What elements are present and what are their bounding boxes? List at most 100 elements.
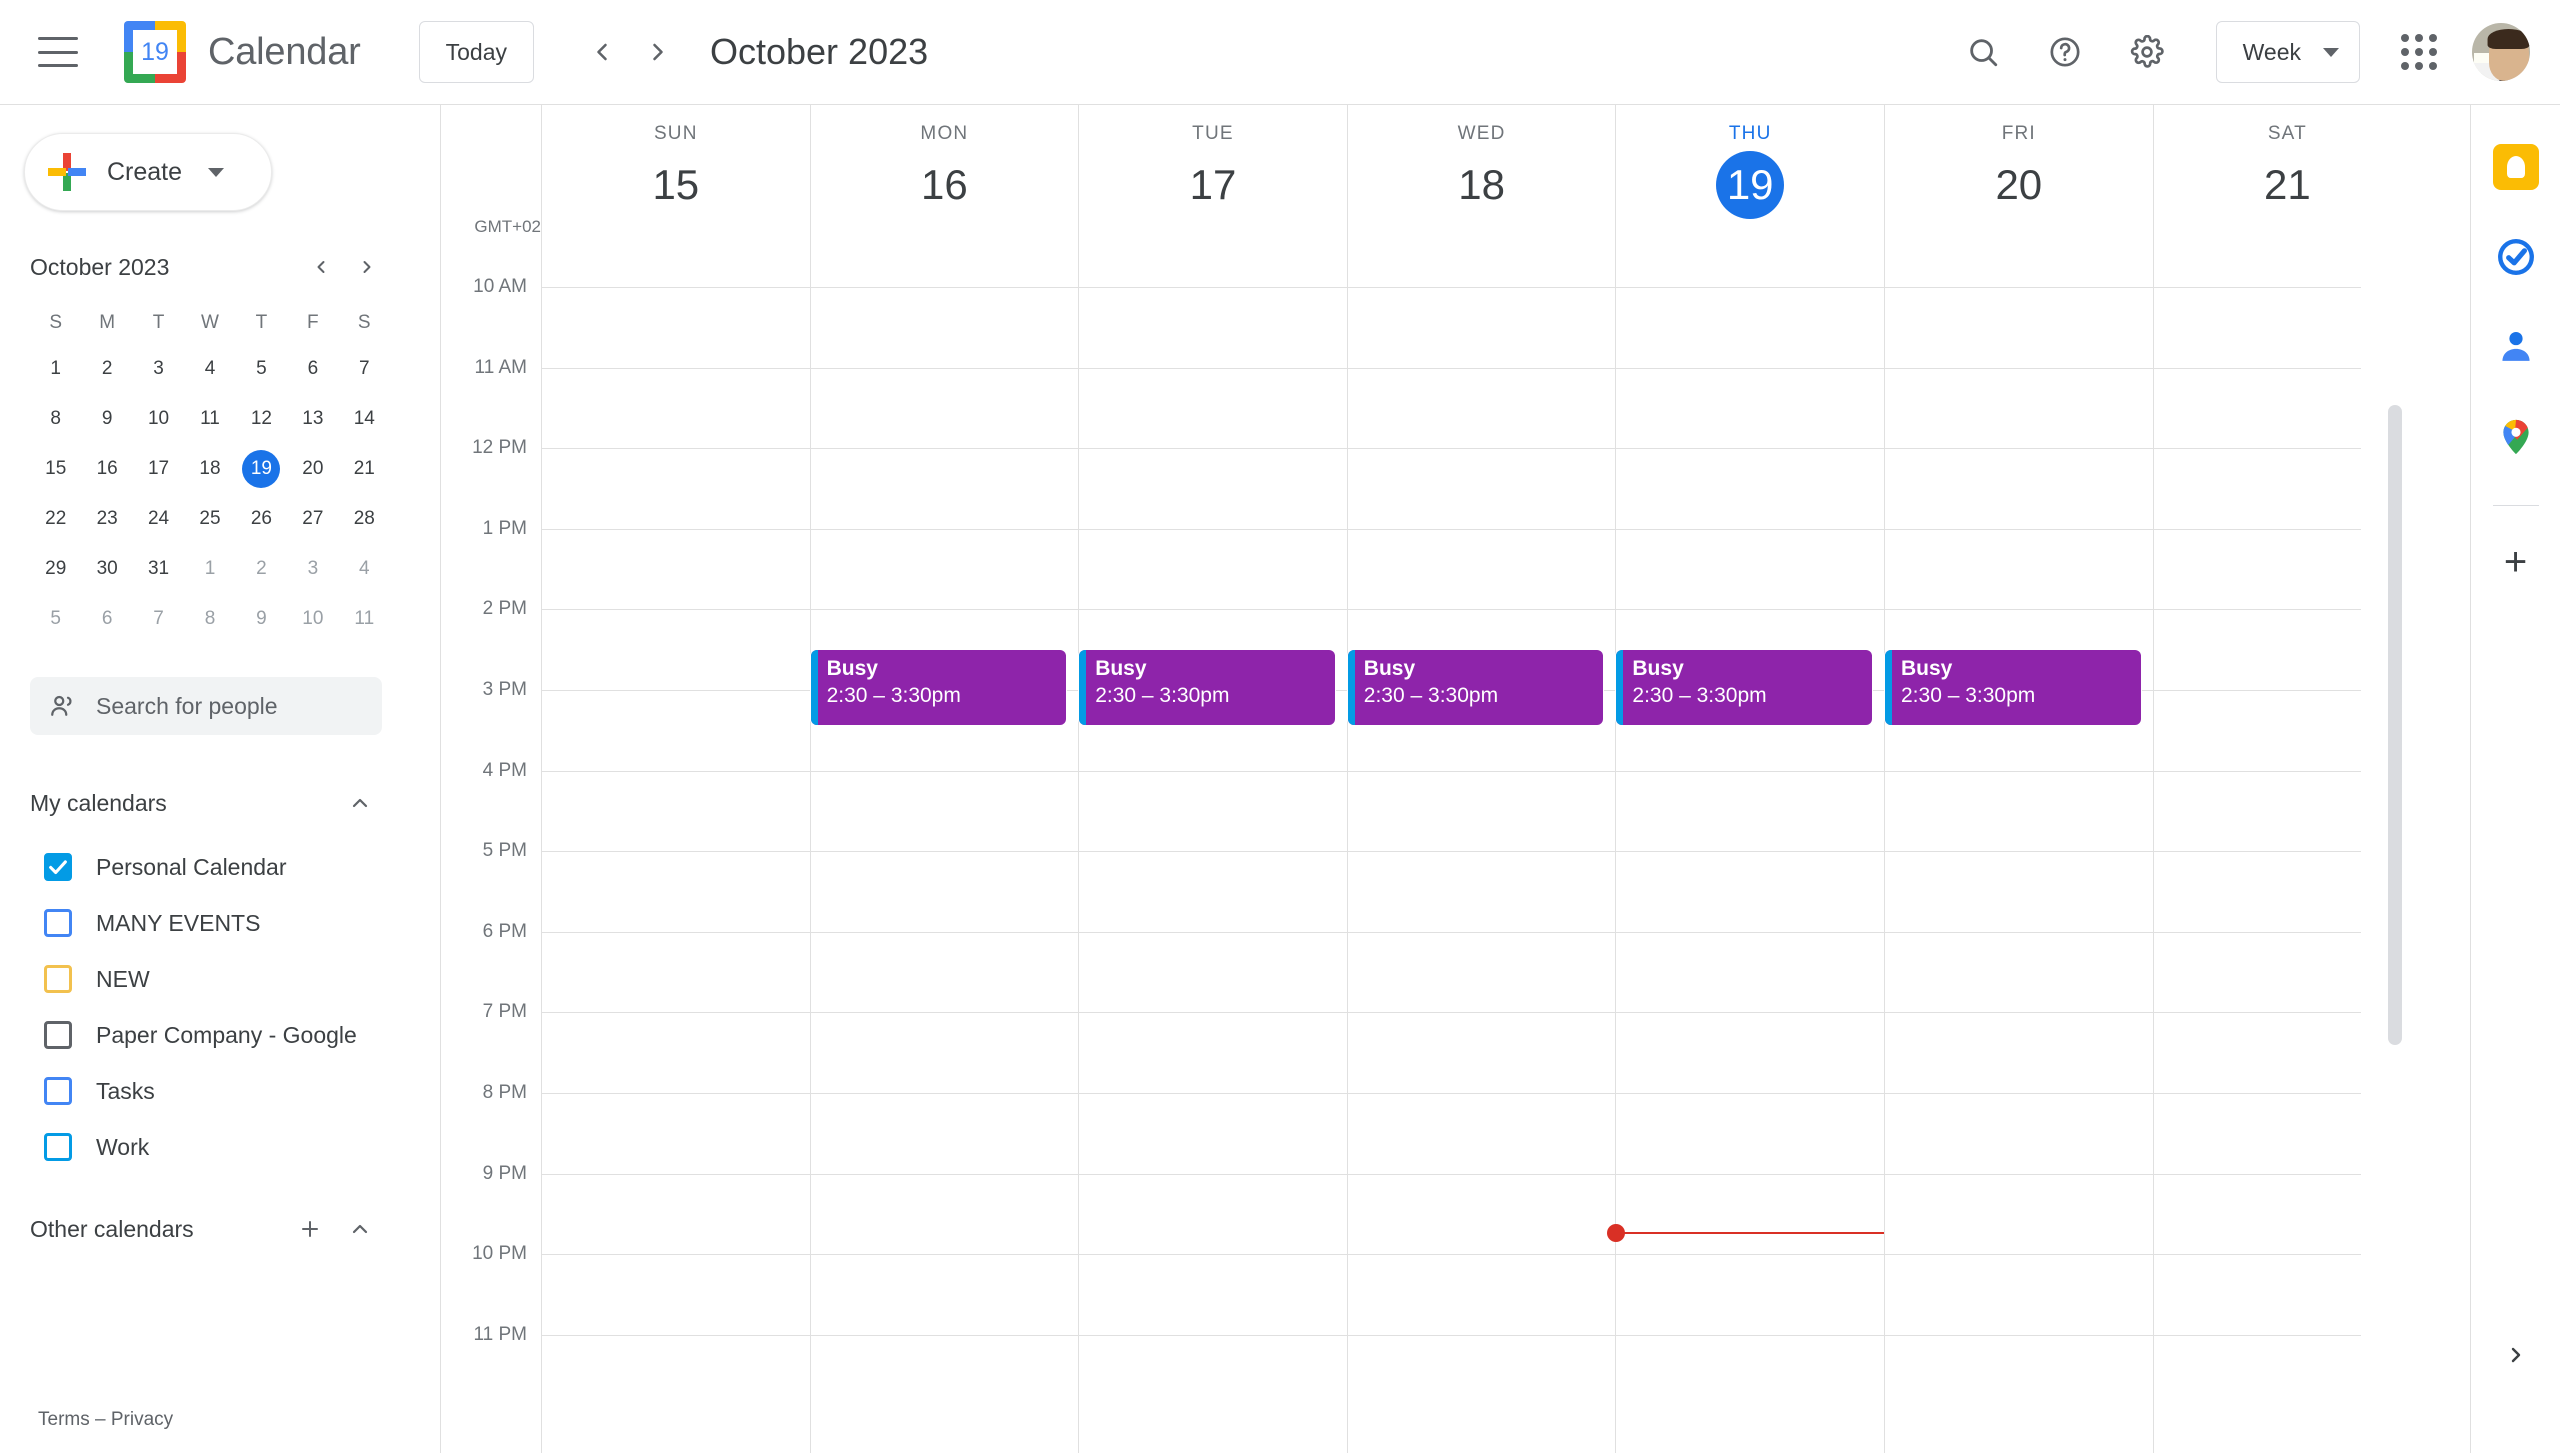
- mini-calendar-day-selected[interactable]: 19: [236, 445, 287, 493]
- day-column-sun[interactable]: [541, 245, 810, 1453]
- day-header-fri[interactable]: FRI 20: [1884, 105, 2153, 245]
- checkbox-unchecked[interactable]: [44, 909, 72, 937]
- day-column-fri[interactable]: [1884, 245, 2153, 1453]
- mini-calendar-day[interactable]: 10: [133, 395, 184, 443]
- add-side-panel-app-button[interactable]: +: [2488, 534, 2544, 590]
- day-header-sat[interactable]: SAT 21: [2152, 105, 2420, 245]
- tasks-icon[interactable]: [2488, 229, 2544, 285]
- calendar-list-item[interactable]: Personal Calendar: [0, 839, 440, 895]
- mini-calendar-prev-button[interactable]: [298, 244, 344, 290]
- mini-calendar-day[interactable]: 9: [236, 595, 287, 643]
- day-header-tue[interactable]: TUE 17: [1078, 105, 1347, 245]
- mini-calendar-day[interactable]: 4: [339, 545, 390, 593]
- mini-calendar-day[interactable]: 25: [184, 495, 235, 543]
- keep-icon[interactable]: [2488, 139, 2544, 195]
- mini-calendar-day[interactable]: 2: [81, 345, 132, 393]
- calendar-scroll-body[interactable]: 10 AM 11 AM 12 PM 1 PM 2 PM 3 PM 4 PM 5 PM 6 PM 7…: [441, 245, 2420, 1453]
- calendar-event[interactable]: Busy 2:30 – 3:30pm: [810, 649, 1067, 726]
- checkbox-unchecked[interactable]: [44, 1021, 72, 1049]
- expand-panel-button[interactable]: [2488, 1327, 2544, 1383]
- chevron-up-icon[interactable]: [338, 1207, 382, 1251]
- day-column-sat[interactable]: [2152, 245, 2420, 1453]
- day-column-tue[interactable]: [1078, 245, 1347, 1453]
- mini-calendar-next-button[interactable]: [344, 244, 390, 290]
- privacy-link[interactable]: Privacy: [111, 1409, 173, 1430]
- mini-calendar-day[interactable]: 29: [30, 545, 81, 593]
- mini-calendar-day[interactable]: 3: [133, 345, 184, 393]
- mini-calendar-day[interactable]: 9: [81, 395, 132, 443]
- vertical-scrollbar[interactable]: [2388, 405, 2402, 1045]
- calendar-logo[interactable]: 19 Calendar: [124, 21, 361, 83]
- mini-calendar-day[interactable]: 5: [30, 595, 81, 643]
- calendar-list-item[interactable]: Work: [0, 1119, 440, 1175]
- checkbox-unchecked[interactable]: [44, 965, 72, 993]
- chevron-up-icon[interactable]: [338, 781, 382, 825]
- day-column-mon[interactable]: [809, 245, 1079, 1453]
- mini-calendar-day[interactable]: 23: [81, 495, 132, 543]
- mini-calendar-day[interactable]: 11: [339, 595, 390, 643]
- calendar-event[interactable]: Busy 2:30 – 3:30pm: [1347, 649, 1604, 726]
- mini-calendar-day[interactable]: 4: [184, 345, 235, 393]
- calendar-list-item[interactable]: NEW: [0, 951, 440, 1007]
- mini-calendar-day[interactable]: 26: [236, 495, 287, 543]
- mini-calendar-day[interactable]: 1: [30, 345, 81, 393]
- mini-calendar-day[interactable]: 13: [287, 395, 338, 443]
- other-calendars-header[interactable]: Other calendars: [30, 1203, 382, 1255]
- mini-calendar-day[interactable]: 14: [339, 395, 390, 443]
- mini-calendar-day[interactable]: 11: [184, 395, 235, 443]
- contacts-icon[interactable]: [2488, 319, 2544, 375]
- mini-calendar-day[interactable]: 10: [287, 595, 338, 643]
- mini-calendar-day[interactable]: 8: [30, 395, 81, 443]
- add-other-calendar-button[interactable]: [288, 1207, 332, 1251]
- mini-calendar-day[interactable]: 20: [287, 445, 338, 493]
- day-header-thu[interactable]: THU 19: [1615, 105, 1884, 245]
- mini-calendar-day[interactable]: 31: [133, 545, 184, 593]
- terms-link[interactable]: Terms: [38, 1409, 90, 1430]
- mini-calendar-day[interactable]: 30: [81, 545, 132, 593]
- previous-period-button[interactable]: [574, 24, 630, 80]
- apps-grid-icon[interactable]: [2388, 21, 2450, 83]
- calendar-event[interactable]: Busy 2:30 – 3:30pm: [1616, 649, 1872, 726]
- today-button[interactable]: Today: [418, 21, 534, 83]
- search-people-input[interactable]: Search for people: [30, 677, 382, 735]
- mini-calendar-day[interactable]: 16: [81, 445, 132, 493]
- mini-calendar-day[interactable]: 7: [133, 595, 184, 643]
- checkbox-unchecked[interactable]: [44, 1133, 72, 1161]
- mini-calendar-day[interactable]: 18: [184, 445, 235, 493]
- calendar-list-item[interactable]: Tasks: [0, 1063, 440, 1119]
- mini-calendar-day[interactable]: 6: [81, 595, 132, 643]
- calendar-list-item[interactable]: MANY EVENTS: [0, 895, 440, 951]
- mini-calendar-day[interactable]: 17: [133, 445, 184, 493]
- calendar-event[interactable]: Busy 2:30 – 3:30pm: [1079, 649, 1335, 726]
- calendar-list-item[interactable]: Paper Company - Google: [0, 1007, 440, 1063]
- day-header-mon[interactable]: MON 16: [809, 105, 1079, 245]
- mini-calendar-day[interactable]: 22: [30, 495, 81, 543]
- day-column-wed[interactable]: [1346, 245, 1616, 1453]
- gear-icon[interactable]: [2116, 21, 2178, 83]
- mini-calendar-day[interactable]: 15: [30, 445, 81, 493]
- calendar-event[interactable]: Busy 2:30 – 3:30pm: [1885, 649, 2141, 726]
- avatar[interactable]: [2472, 23, 2530, 81]
- view-mode-select[interactable]: Week: [2215, 21, 2360, 83]
- mini-calendar-day[interactable]: 21: [339, 445, 390, 493]
- hamburger-icon[interactable]: [38, 37, 78, 67]
- mini-calendar-day[interactable]: 2: [236, 545, 287, 593]
- checkbox-checked[interactable]: [44, 853, 72, 881]
- mini-calendar-day[interactable]: 5: [236, 345, 287, 393]
- mini-calendar-day[interactable]: 6: [287, 345, 338, 393]
- my-calendars-header[interactable]: My calendars: [30, 777, 382, 829]
- mini-calendar-day[interactable]: 8: [184, 595, 235, 643]
- help-icon[interactable]: [2034, 21, 2096, 83]
- mini-calendar-day[interactable]: 27: [287, 495, 338, 543]
- checkbox-unchecked[interactable]: [44, 1077, 72, 1105]
- search-icon[interactable]: [1952, 21, 2014, 83]
- next-period-button[interactable]: [630, 24, 686, 80]
- day-header-sun[interactable]: SUN 15: [541, 105, 810, 245]
- day-header-wed[interactable]: WED 18: [1346, 105, 1616, 245]
- mini-calendar-day[interactable]: 7: [339, 345, 390, 393]
- maps-icon[interactable]: [2488, 409, 2544, 465]
- create-button[interactable]: Create: [24, 133, 272, 211]
- day-column-thu[interactable]: [1615, 245, 1884, 1453]
- mini-calendar-day[interactable]: 12: [236, 395, 287, 443]
- mini-calendar-day[interactable]: 3: [287, 545, 338, 593]
